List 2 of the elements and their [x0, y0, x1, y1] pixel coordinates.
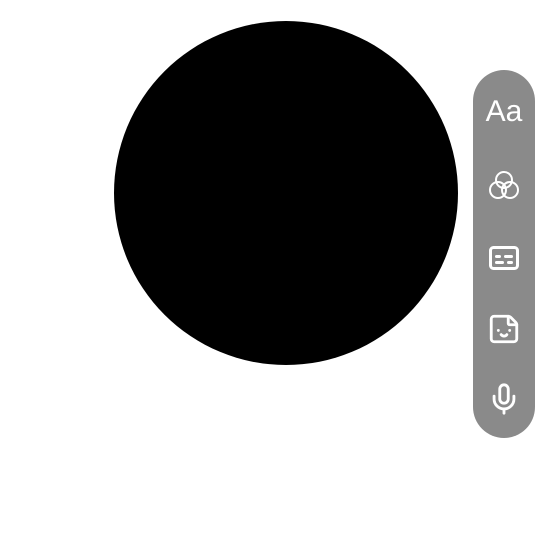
text-button[interactable]: Aa [486, 92, 522, 132]
sticker-icon[interactable] [487, 312, 521, 346]
